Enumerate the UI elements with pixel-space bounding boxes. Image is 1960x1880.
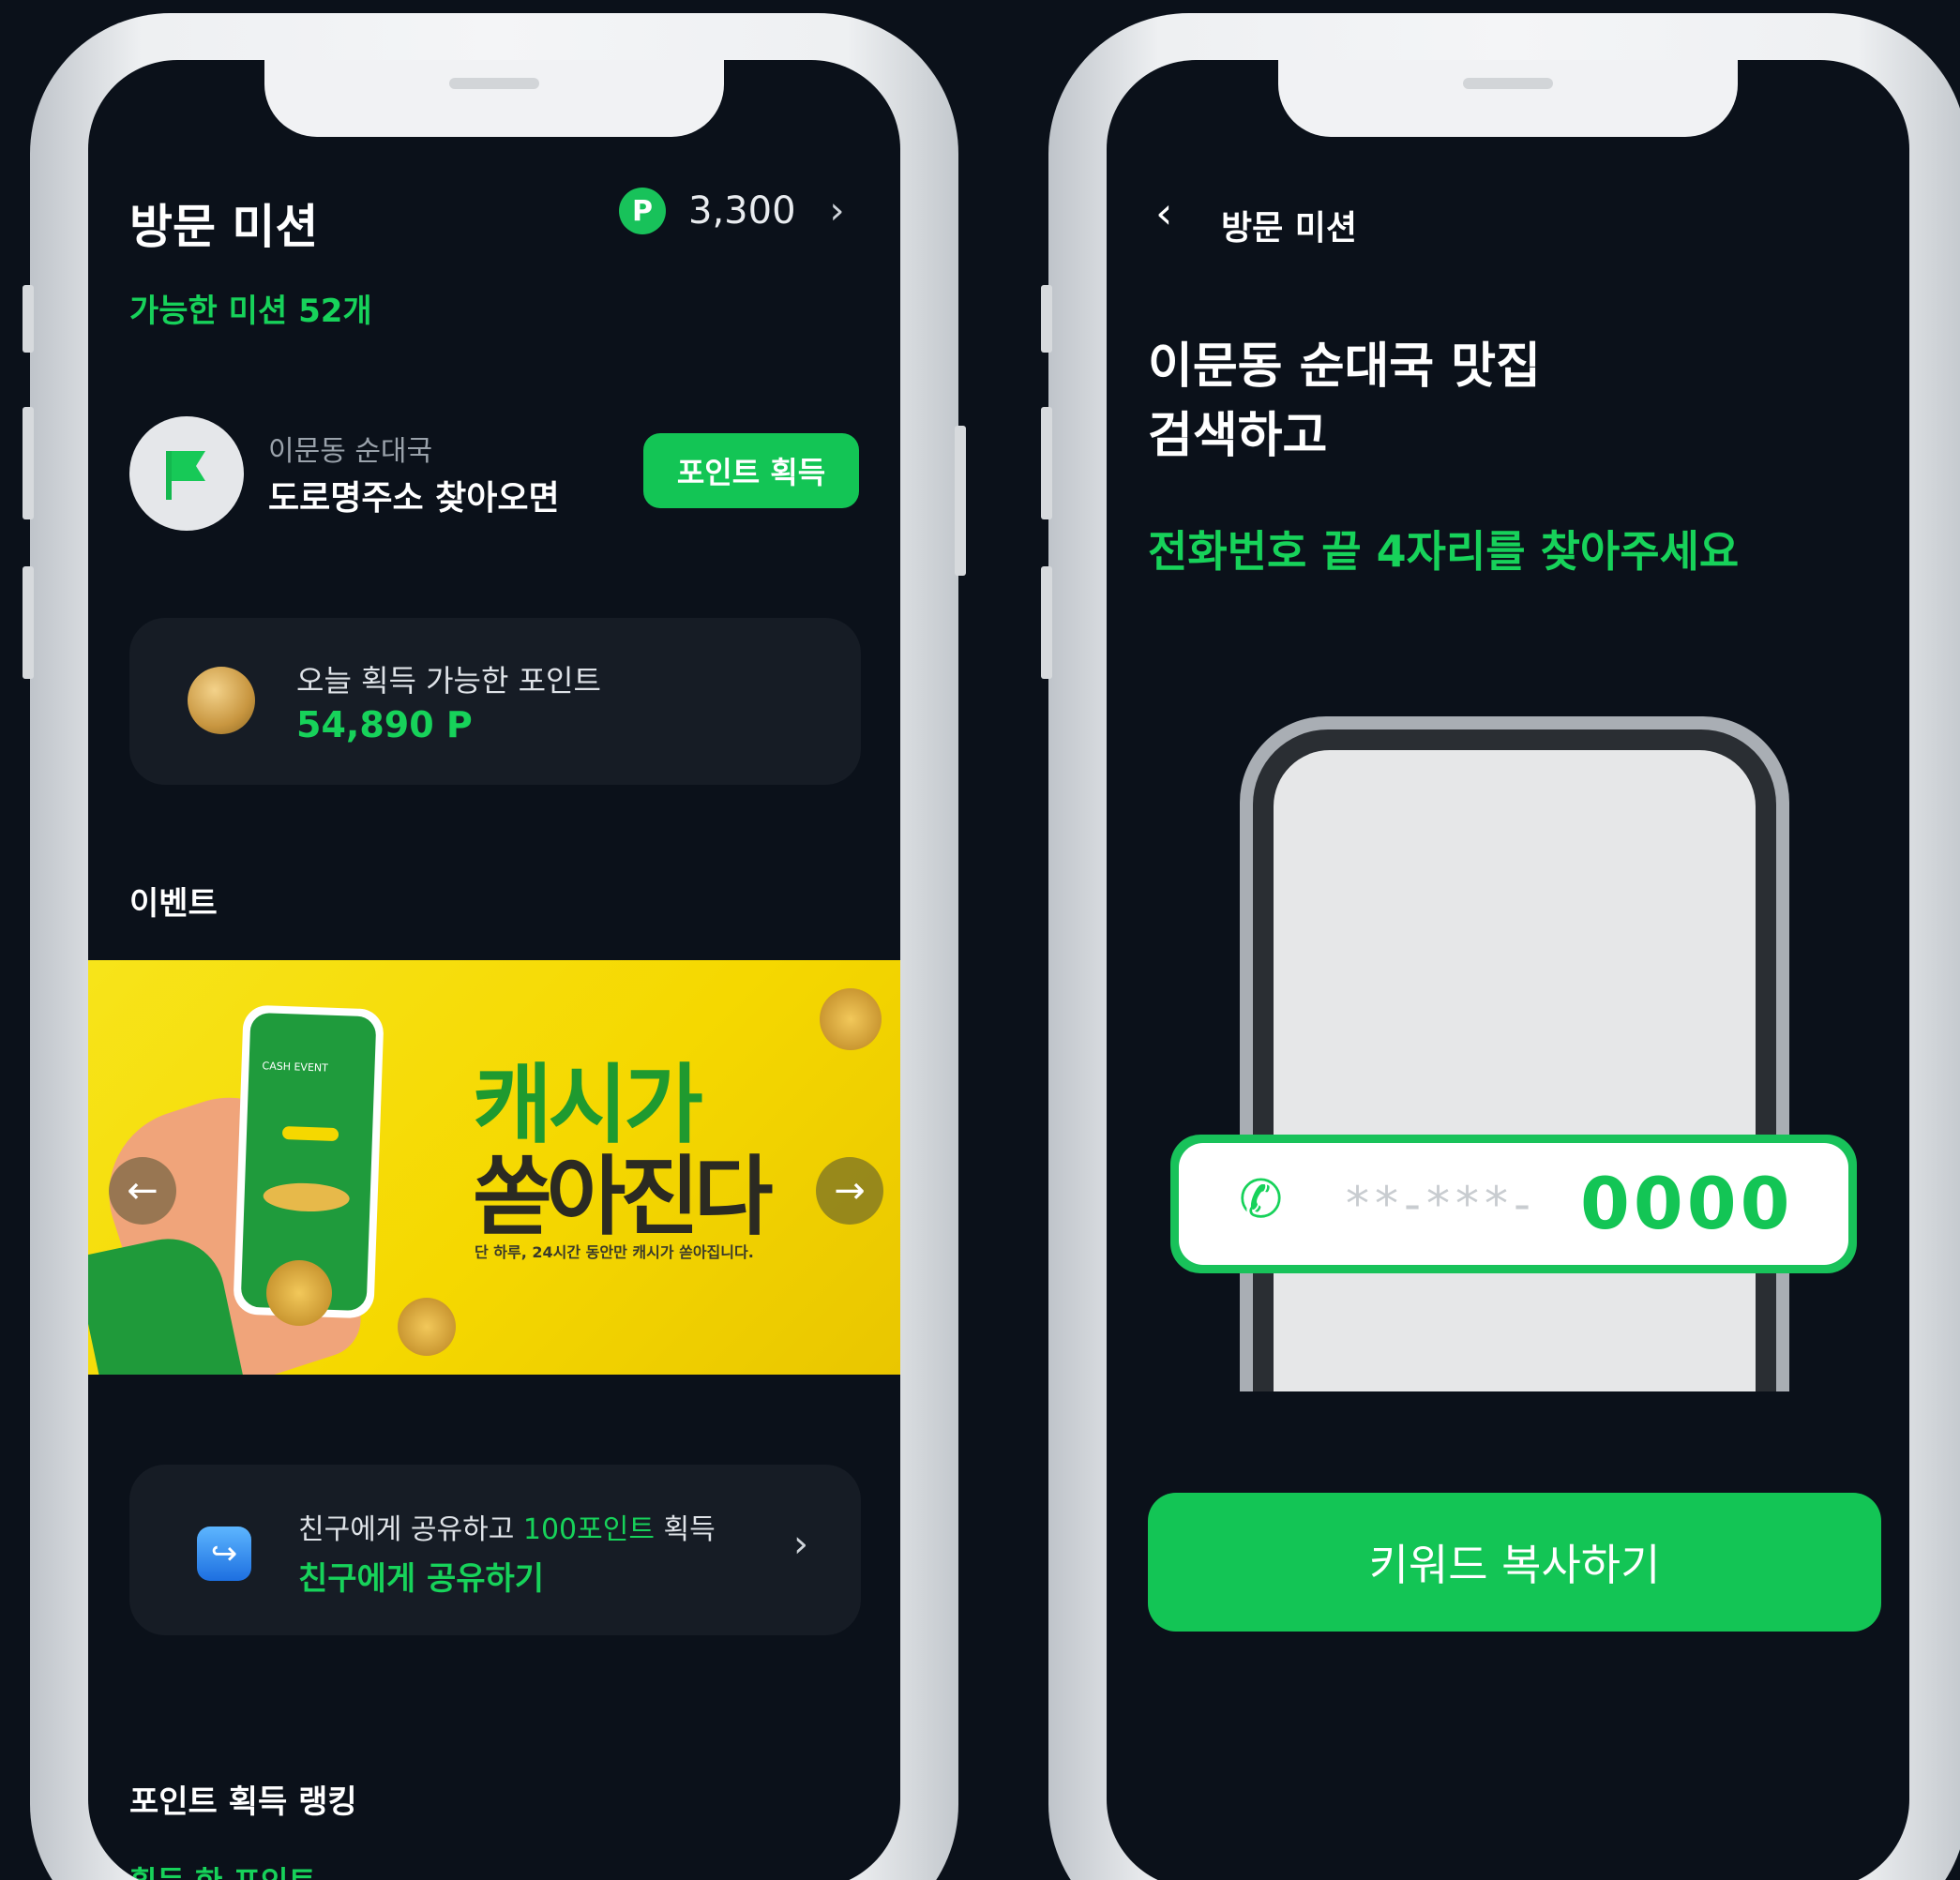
notch — [1278, 60, 1738, 137]
arrow-left-icon[interactable]: ← — [109, 1157, 176, 1225]
event-section-title: 이벤트 — [129, 885, 218, 923]
page-title: 방문 미션 — [129, 200, 319, 254]
phone-digits: 0000 — [1580, 1162, 1794, 1245]
side-button — [1041, 407, 1052, 519]
points-value: 3,300 — [688, 189, 796, 233]
flag-icon — [129, 416, 244, 531]
speaker — [449, 78, 539, 89]
side-button — [1041, 566, 1052, 679]
side-button — [23, 407, 34, 519]
share-text-suffix: 획득 — [654, 1513, 716, 1546]
phone-frame-right: ‹ 방문 미션 이문동 순대국 맛집 검색하고 전화번호 끝 4자리를 찾아주세… — [1041, 13, 1960, 1880]
coin-decoration — [820, 988, 882, 1050]
points-balance[interactable]: P 3,300 › — [619, 188, 845, 234]
chevron-right-icon: › — [793, 1523, 808, 1566]
share-text-highlight: 100포인트 — [522, 1513, 655, 1546]
mission-heading: 이문동 순대국 맛집 검색하고 — [1148, 332, 1541, 471]
phone-illustration-text: CASH EVENT — [262, 1060, 329, 1075]
banner-headline-2: 쏟아진다 — [473, 1147, 774, 1247]
screen-left: 방문 미션 P 3,300 › 가능한 미션 52개 이문동 순대국 도로명주소… — [88, 60, 900, 1880]
arrow-right-icon[interactable]: → — [816, 1157, 883, 1225]
copy-keyword-button[interactable]: 키워드 복사하기 — [1148, 1493, 1881, 1632]
today-points-value: 54,890 P — [296, 704, 473, 745]
ranking-subtitle: 획득 한 포인트 — [129, 1858, 316, 1880]
chevron-right-icon: › — [829, 189, 845, 233]
coin-decoration — [398, 1298, 456, 1356]
event-banner[interactable]: CASH EVENT 캐시가 쏟아진다 단 하루, 24시간 동안만 캐시가 쏟… — [88, 960, 900, 1375]
speaker — [1463, 78, 1553, 89]
screen-right: ‹ 방문 미션 이문동 순대국 맛집 검색하고 전화번호 끝 4자리를 찾아주세… — [1107, 60, 1909, 1880]
today-points-card: 오늘 획득 가능한 포인트 54,890 P — [129, 618, 861, 785]
heading-line-1: 이문동 순대국 맛집 — [1148, 338, 1541, 395]
heading-line-2: 검색하고 — [1148, 408, 1328, 464]
banner-subtext: 단 하루, 24시간 동안만 캐시가 쏟아집니다. — [475, 1243, 754, 1261]
ranking-title: 포인트 획득 랭킹 — [129, 1783, 357, 1821]
notch — [264, 60, 724, 137]
side-button — [23, 566, 34, 679]
instruction-text: 전화번호 끝 4자리를 찾아주세요 — [1148, 526, 1740, 577]
share-card[interactable]: ↪ 친구에게 공유하고 100포인트 획득 친구에게 공유하기 › — [129, 1465, 861, 1635]
phone-number-card: ✆ **-***- 0000 — [1170, 1135, 1857, 1273]
phone-masked: **-***- — [1346, 1177, 1537, 1231]
back-icon[interactable]: ‹ — [1155, 188, 1172, 238]
available-missions: 가능한 미션 52개 — [129, 293, 372, 330]
phone-call-icon: ✆ — [1239, 1169, 1283, 1230]
nav-title: 방문 미션 — [1221, 209, 1358, 248]
share-icon: ↪ — [197, 1527, 251, 1581]
share-link: 친구에게 공유하기 — [298, 1560, 545, 1598]
today-points-label: 오늘 획득 가능한 포인트 — [296, 663, 601, 699]
side-button — [1041, 285, 1052, 353]
phone-illustration — [1240, 716, 1789, 1391]
side-button — [955, 426, 966, 576]
share-line-1: 친구에게 공유하고 100포인트 획득 — [298, 1506, 716, 1547]
coin-decoration — [266, 1260, 332, 1326]
phone-frame-left: 방문 미션 P 3,300 › 가능한 미션 52개 이문동 순대국 도로명주소… — [23, 13, 966, 1880]
points-badge-icon: P — [619, 188, 666, 234]
mission-place: 이문동 순대국 — [268, 435, 433, 468]
side-button — [23, 285, 34, 353]
share-text-prefix: 친구에게 공유하고 — [298, 1513, 523, 1546]
coin-icon — [188, 667, 255, 734]
get-points-button[interactable]: 포인트 획득 — [643, 433, 859, 508]
mission-desc: 도로명주소 찾아오면 — [268, 479, 560, 518]
